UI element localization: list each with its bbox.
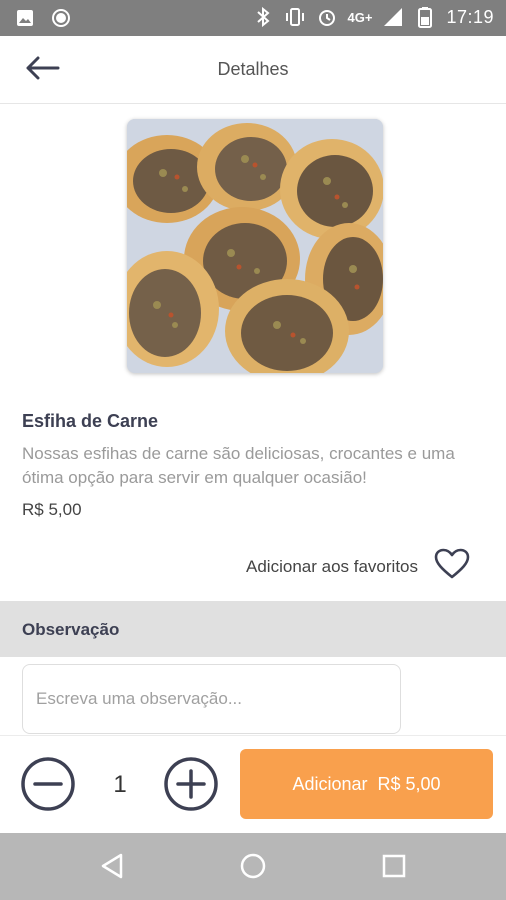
observation-section-header: Observação xyxy=(0,601,506,657)
bluetooth-icon xyxy=(252,6,274,28)
network-type: 4G+ xyxy=(347,9,373,25)
favorites-label: Adicionar aos favoritos xyxy=(246,556,418,576)
system-recent-apps-button[interactable] xyxy=(379,853,409,883)
minus-circle-icon xyxy=(20,756,76,817)
increase-quantity-button[interactable] xyxy=(163,756,219,817)
page-title: Detalhes xyxy=(217,59,289,79)
heart-outline-icon[interactable] xyxy=(434,548,470,585)
alarm-icon xyxy=(316,6,338,28)
vibrate-icon xyxy=(284,6,306,28)
status-bar: 4G+ 17:19 xyxy=(0,0,506,36)
circle-icon xyxy=(50,7,72,29)
image-icon xyxy=(14,7,36,29)
triangle-back-icon xyxy=(99,852,125,885)
cart-action-bar: 1 Adicionar R$ 5,00 xyxy=(0,735,506,833)
product-description: Nossas esfihas de carne são deliciosas, … xyxy=(22,444,455,487)
circle-home-icon xyxy=(239,852,267,885)
battery-icon xyxy=(414,6,436,28)
system-nav-bar xyxy=(0,833,506,900)
product-name: Esfiha de Carne xyxy=(22,411,159,431)
plus-circle-icon xyxy=(163,756,219,817)
system-back-button[interactable] xyxy=(97,853,127,883)
quantity-value: 1 xyxy=(113,771,127,798)
add-to-cart-label: Adicionar xyxy=(292,773,368,794)
add-to-cart-button[interactable]: Adicionar R$ 5,00 xyxy=(240,749,493,819)
add-to-favorites-button[interactable]: Adicionar aos favoritos xyxy=(246,548,470,585)
clock: 17:19 xyxy=(446,6,494,27)
product-price: R$ 5,00 xyxy=(22,500,82,519)
observation-title: Observação xyxy=(22,620,120,639)
decrease-quantity-button[interactable] xyxy=(20,756,76,817)
square-recent-icon xyxy=(381,853,407,884)
app-header: Detalhes xyxy=(0,36,506,104)
system-home-button[interactable] xyxy=(238,853,268,883)
observation-input[interactable] xyxy=(22,664,401,734)
product-image xyxy=(127,119,383,373)
add-to-cart-price: R$ 5,00 xyxy=(377,773,441,794)
signal-icon xyxy=(382,6,404,28)
